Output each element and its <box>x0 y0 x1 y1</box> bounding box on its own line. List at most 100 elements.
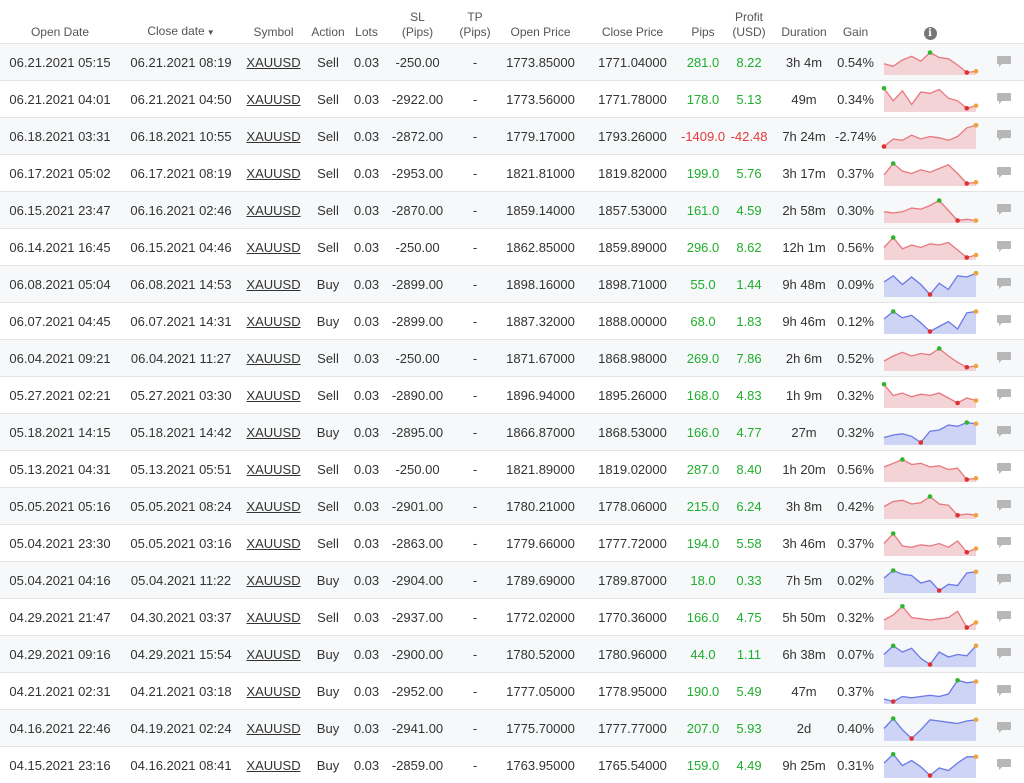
symbol-link[interactable]: XAUUSD <box>246 314 300 329</box>
symbol-link[interactable]: XAUUSD <box>246 462 300 477</box>
duration-cell: 3h 4m <box>773 44 835 81</box>
pips-cell: 168.0 <box>681 377 725 414</box>
open-price-cell: 1773.56000 <box>497 81 584 118</box>
tp-cell: - <box>453 710 497 747</box>
comment-icon[interactable] <box>996 166 1012 180</box>
tp-cell: - <box>453 562 497 599</box>
comment-icon[interactable] <box>996 55 1012 69</box>
trade-sparkline <box>881 713 979 743</box>
lots-cell: 0.03 <box>351 414 382 451</box>
symbol-link[interactable]: XAUUSD <box>246 129 300 144</box>
symbol-link[interactable]: XAUUSD <box>246 721 300 736</box>
comment-icon[interactable] <box>996 758 1012 772</box>
action-cell: Sell <box>305 192 351 229</box>
tp-cell: - <box>453 414 497 451</box>
open-price-cell: 1821.89000 <box>497 451 584 488</box>
col-sl[interactable]: SL(Pips) <box>382 0 453 44</box>
comment-icon[interactable] <box>996 647 1012 661</box>
symbol-link[interactable]: XAUUSD <box>246 647 300 662</box>
profit-cell: 1.11 <box>725 636 773 673</box>
col-close-date[interactable]: Close date▼ <box>120 0 242 44</box>
comment-icon[interactable] <box>996 684 1012 698</box>
comment-icon[interactable] <box>996 610 1012 624</box>
symbol-link[interactable]: XAUUSD <box>246 203 300 218</box>
col-close-price[interactable]: Close Price <box>584 0 681 44</box>
lots-cell: 0.03 <box>351 673 382 710</box>
comment-icon[interactable] <box>996 721 1012 735</box>
col-gain[interactable]: Gain <box>835 0 876 44</box>
comment-icon[interactable] <box>996 129 1012 143</box>
symbol-link[interactable]: XAUUSD <box>246 425 300 440</box>
gain-cell: 0.32% <box>835 599 876 636</box>
col-open-date[interactable]: Open Date <box>0 0 120 44</box>
comment-cell <box>984 562 1024 599</box>
open-date-cell: 06.07.2021 04:45 <box>0 303 120 340</box>
comment-icon[interactable] <box>996 573 1012 587</box>
gain-cell: 0.12% <box>835 303 876 340</box>
symbol-link[interactable]: XAUUSD <box>246 610 300 625</box>
comment-icon[interactable] <box>996 425 1012 439</box>
symbol-link[interactable]: XAUUSD <box>246 684 300 699</box>
comment-icon[interactable] <box>996 388 1012 402</box>
trade-sparkline <box>881 269 979 299</box>
open-date-cell: 05.27.2021 02:21 <box>0 377 120 414</box>
col-pips[interactable]: Pips <box>681 0 725 44</box>
symbol-link[interactable]: XAUUSD <box>246 92 300 107</box>
close-price-cell: 1868.53000 <box>584 414 681 451</box>
close-price-cell: 1868.98000 <box>584 340 681 377</box>
comment-icon[interactable] <box>996 462 1012 476</box>
comment-icon[interactable] <box>996 314 1012 328</box>
sparkline-area <box>884 238 976 261</box>
info-icon[interactable]: i <box>924 27 937 40</box>
table-row: 04.29.2021 21:4704.30.2021 03:37XAUUSDSe… <box>0 599 1024 636</box>
sparkline-high-marker <box>937 198 942 203</box>
symbol-link[interactable]: XAUUSD <box>246 499 300 514</box>
col-symbol[interactable]: Symbol <box>242 0 305 44</box>
col-open-price[interactable]: Open Price <box>497 0 584 44</box>
col-lots[interactable]: Lots <box>351 0 382 44</box>
comment-icon[interactable] <box>996 536 1012 550</box>
comment-cell <box>984 340 1024 377</box>
comment-icon[interactable] <box>996 351 1012 365</box>
sparkline-low-marker <box>909 736 914 741</box>
symbol-link[interactable]: XAUUSD <box>246 240 300 255</box>
close-date-cell: 06.21.2021 08:19 <box>120 44 242 81</box>
duration-cell: 1h 20m <box>773 451 835 488</box>
open-date-cell: 06.14.2021 16:45 <box>0 229 120 266</box>
action-cell: Sell <box>305 377 351 414</box>
symbol-link[interactable]: XAUUSD <box>246 351 300 366</box>
close-date-cell: 05.13.2021 05:51 <box>120 451 242 488</box>
action-cell: Buy <box>305 710 351 747</box>
symbol-link[interactable]: XAUUSD <box>246 758 300 773</box>
col-action[interactable]: Action <box>305 0 351 44</box>
symbol-link[interactable]: XAUUSD <box>246 388 300 403</box>
comment-cell <box>984 488 1024 525</box>
comment-icon[interactable] <box>996 92 1012 106</box>
sparkline-end-marker <box>974 364 979 369</box>
comment-icon[interactable] <box>996 240 1012 254</box>
duration-cell: 27m <box>773 414 835 451</box>
comment-icon[interactable] <box>996 203 1012 217</box>
duration-cell: 3h 17m <box>773 155 835 192</box>
symbol-link[interactable]: XAUUSD <box>246 166 300 181</box>
trade-sparkline <box>881 84 979 114</box>
sparkline-low-marker <box>965 70 970 75</box>
comment-cell <box>984 155 1024 192</box>
close-price-cell: 1778.06000 <box>584 488 681 525</box>
col-profit[interactable]: Profit(USD) <box>725 0 773 44</box>
duration-cell: 2h 58m <box>773 192 835 229</box>
close-price-cell: 1789.87000 <box>584 562 681 599</box>
symbol-link[interactable]: XAUUSD <box>246 277 300 292</box>
tp-cell: - <box>453 44 497 81</box>
symbol-link: XAUUSD <box>242 303 305 340</box>
action-cell: Sell <box>305 118 351 155</box>
comment-icon[interactable] <box>996 499 1012 513</box>
symbol-link[interactable]: XAUUSD <box>246 536 300 551</box>
symbol-link[interactable]: XAUUSD <box>246 55 300 70</box>
col-duration[interactable]: Duration <box>773 0 835 44</box>
comment-icon[interactable] <box>996 277 1012 291</box>
sparkline-high-marker <box>891 716 896 721</box>
col-tp[interactable]: TP(Pips) <box>453 0 497 44</box>
close-price-cell: 1765.54000 <box>584 747 681 783</box>
symbol-link[interactable]: XAUUSD <box>246 573 300 588</box>
